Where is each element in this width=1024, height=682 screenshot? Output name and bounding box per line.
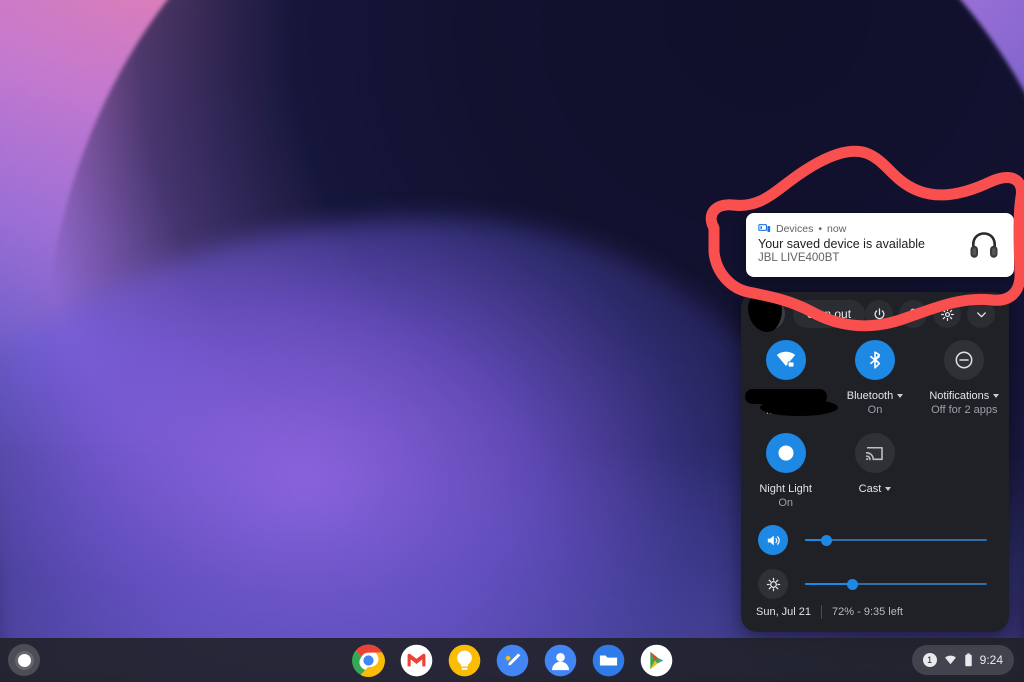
notifications-tile-sub: Off for 2 apps xyxy=(931,403,997,418)
brightness-icon xyxy=(765,576,782,593)
clock[interactable]: 9:24 xyxy=(980,653,1003,667)
chevron-down-icon[interactable] xyxy=(993,394,999,398)
night-light-tile-label-row: Night Light xyxy=(759,482,812,496)
settings-button[interactable] xyxy=(933,300,961,328)
app-play-store[interactable] xyxy=(640,644,673,677)
volume-icon xyxy=(765,532,782,549)
notifications-tile-label-row: Notifications xyxy=(929,389,999,403)
play-store-icon xyxy=(640,644,673,677)
do-not-disturb-icon xyxy=(953,349,975,371)
battery-icon[interactable] xyxy=(964,653,973,667)
docs-icon xyxy=(496,644,529,677)
night-light-tile-sub: On xyxy=(778,496,793,511)
footer-divider xyxy=(821,605,822,619)
wifi-icon[interactable] xyxy=(944,654,957,667)
cast-tile-icon-bg xyxy=(855,433,895,473)
brightness-slider-fill xyxy=(805,583,852,585)
chevron-down-icon xyxy=(974,307,989,322)
empty-tile-slot xyxy=(920,433,1009,511)
wifi-tile-icon-bg xyxy=(766,340,806,380)
collapse-button[interactable] xyxy=(967,300,995,328)
system-tray[interactable]: 1 9:24 xyxy=(912,645,1014,675)
night-light-tile-label: Night Light xyxy=(759,482,812,496)
desktop: Sign out xyxy=(0,0,1024,682)
battery-label[interactable]: 72% - 9:35 left xyxy=(832,606,903,618)
notification-time: now xyxy=(827,223,846,235)
notification-separator: • xyxy=(818,223,822,235)
app-chrome[interactable] xyxy=(352,644,385,677)
feature-tiles: Medium Bluetooth On xyxy=(741,340,1009,511)
bluetooth-tile-label-row: Bluetooth xyxy=(847,389,903,403)
gear-icon xyxy=(940,307,955,322)
bluetooth-tile[interactable]: Bluetooth On xyxy=(830,340,919,419)
date-label[interactable]: Sun, Jul 21 xyxy=(756,606,811,618)
cast-tile[interactable]: Cast xyxy=(830,433,919,511)
bluetooth-tile-sub: On xyxy=(868,403,883,418)
bluetooth-tile-icon-bg xyxy=(855,340,895,380)
notification-count-badge[interactable]: 1 xyxy=(923,653,937,667)
volume-icon-bg[interactable] xyxy=(758,525,788,555)
headphones-image xyxy=(966,227,1002,263)
quick-settings-panel[interactable]: Sign out xyxy=(741,292,1009,632)
app-files[interactable] xyxy=(592,644,625,677)
night-light-icon xyxy=(775,442,797,464)
app-keep[interactable] xyxy=(448,644,481,677)
wifi-locked-icon xyxy=(775,349,797,371)
notifications-tile-label: Notifications xyxy=(929,389,989,403)
volume-slider[interactable] xyxy=(741,520,1009,560)
power-icon xyxy=(872,307,887,322)
app-contacts[interactable] xyxy=(544,644,577,677)
chevron-down-icon[interactable] xyxy=(897,394,903,398)
volume-slider-track[interactable] xyxy=(805,532,987,548)
bluetooth-tile-label: Bluetooth xyxy=(847,389,893,403)
keep-icon xyxy=(448,644,481,677)
notification-app-name: Devices xyxy=(776,223,813,235)
volume-slider-thumb[interactable] xyxy=(821,535,832,546)
power-button[interactable] xyxy=(865,300,893,328)
chrome-icon xyxy=(352,644,385,677)
night-light-tile-icon-bg xyxy=(766,433,806,473)
feature-tile-row-2: Night Light On Cast xyxy=(741,433,1009,511)
chevron-down-icon[interactable] xyxy=(885,487,891,491)
app-docs[interactable] xyxy=(496,644,529,677)
sign-out-button[interactable]: Sign out xyxy=(793,300,865,328)
wifi-ssid-redaction-blob xyxy=(760,399,838,416)
cast-icon xyxy=(864,443,885,464)
cast-tile-label: Cast xyxy=(859,482,882,496)
cast-tile-label-row: Cast xyxy=(859,482,892,496)
notification-title: Your saved device is available xyxy=(758,237,925,251)
notification-header: Devices • now xyxy=(758,222,846,235)
shelf: 1 9:24 xyxy=(0,638,1024,682)
devices-icon xyxy=(758,222,771,235)
notifications-tile-icon-bg xyxy=(944,340,984,380)
brightness-slider-thumb[interactable] xyxy=(847,579,858,590)
shelf-app-list xyxy=(0,638,1024,682)
volume-slider-line xyxy=(805,539,987,541)
files-icon xyxy=(592,644,625,677)
gmail-icon xyxy=(400,644,433,677)
notifications-tile[interactable]: Notifications Off for 2 apps xyxy=(920,340,1009,419)
bluetooth-icon xyxy=(865,350,885,370)
lock-icon xyxy=(906,307,920,321)
notification-body: JBL LIVE400BT xyxy=(758,252,839,264)
quick-settings-footer: Sun, Jul 21 72% - 9:35 left xyxy=(741,592,1009,632)
notification-popup[interactable]: Devices • now Your saved device is avail… xyxy=(746,213,1014,277)
lock-button[interactable] xyxy=(899,300,927,328)
night-light-tile[interactable]: Night Light On xyxy=(741,433,830,511)
contacts-icon xyxy=(544,644,577,677)
brightness-slider-track[interactable] xyxy=(805,576,987,592)
app-gmail[interactable] xyxy=(400,644,433,677)
